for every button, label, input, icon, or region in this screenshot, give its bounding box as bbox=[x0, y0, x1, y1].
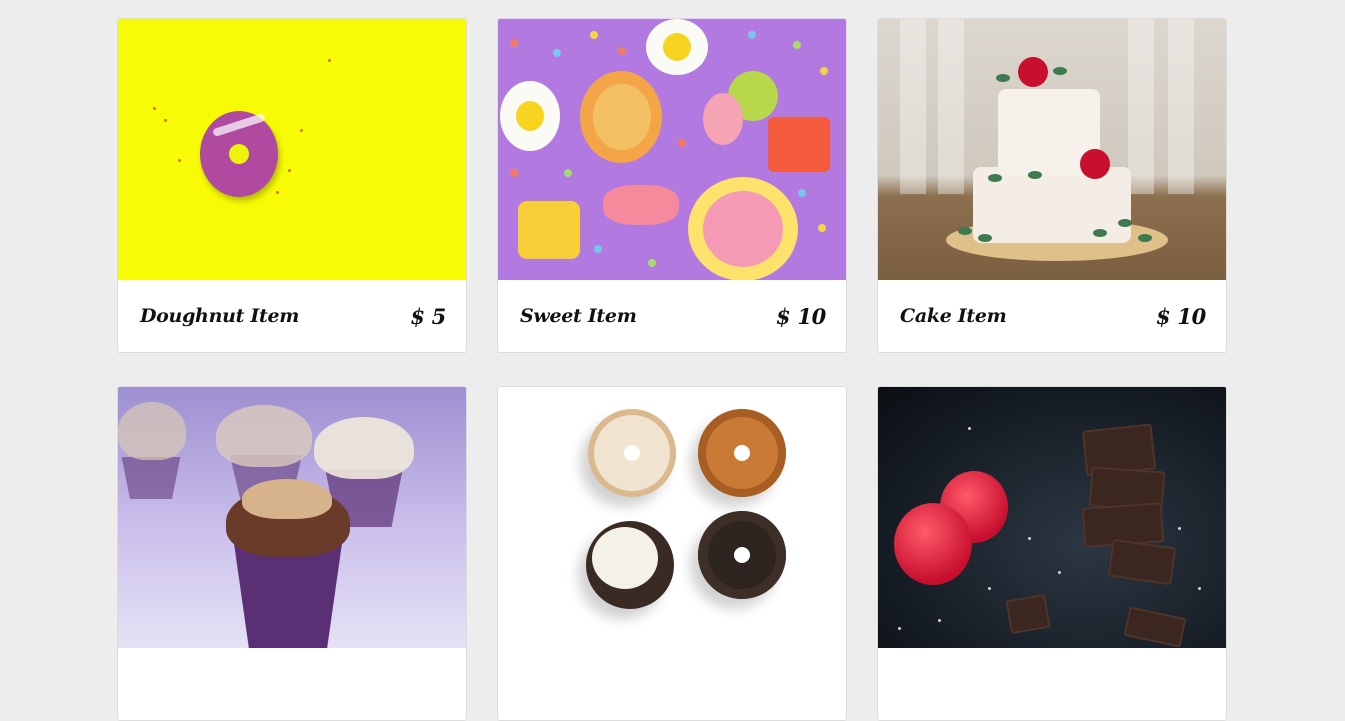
doughnut-photo[interactable] bbox=[118, 19, 466, 280]
product-price: $ 5 bbox=[410, 303, 446, 329]
product-title: Doughnut Item bbox=[140, 305, 300, 327]
cake-photo[interactable] bbox=[878, 19, 1226, 280]
card-footer: Doughnut Item $ 5 bbox=[118, 280, 466, 352]
card-footer: Cake Item $ 10 bbox=[878, 280, 1226, 352]
product-grid: Doughnut Item $ 5 Sweet Item $ 10 Cake I… bbox=[117, 18, 1227, 721]
product-card-cupcake[interactable] bbox=[117, 386, 467, 721]
sweet-photo[interactable] bbox=[498, 19, 846, 280]
product-title: Sweet Item bbox=[520, 305, 637, 327]
product-price: $ 10 bbox=[1156, 303, 1206, 329]
product-card-donuts[interactable] bbox=[497, 386, 847, 721]
product-card-chocolate[interactable] bbox=[877, 386, 1227, 721]
card-footer bbox=[878, 648, 1226, 720]
cupcake-photo[interactable] bbox=[118, 387, 466, 648]
product-card-cake[interactable]: Cake Item $ 10 bbox=[877, 18, 1227, 353]
product-card-sweet[interactable]: Sweet Item $ 10 bbox=[497, 18, 847, 353]
chocolate-photo[interactable] bbox=[878, 387, 1226, 648]
product-card-doughnut[interactable]: Doughnut Item $ 5 bbox=[117, 18, 467, 353]
card-footer bbox=[118, 648, 466, 720]
product-price: $ 10 bbox=[776, 303, 826, 329]
card-footer: Sweet Item $ 10 bbox=[498, 280, 846, 352]
donuts-photo[interactable] bbox=[498, 387, 846, 648]
card-footer bbox=[498, 648, 846, 720]
product-title: Cake Item bbox=[900, 305, 1007, 327]
donut-shape bbox=[200, 111, 278, 197]
